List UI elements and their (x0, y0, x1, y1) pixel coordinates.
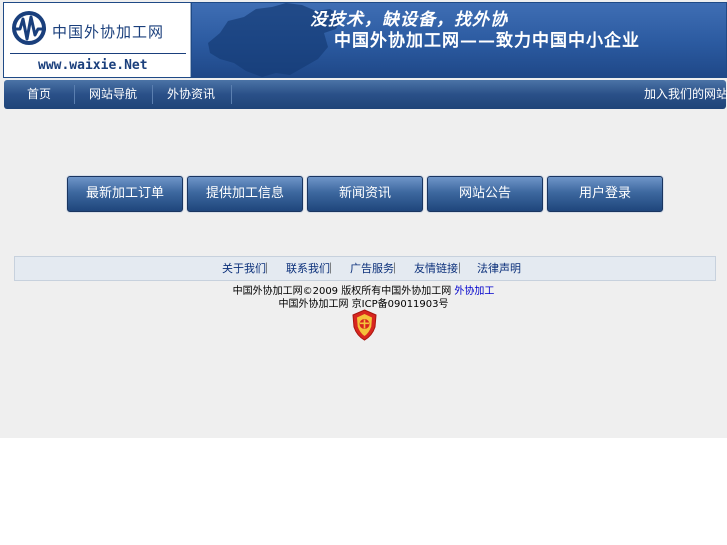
news-button[interactable]: 新闻资讯 (307, 176, 423, 212)
banner-tagline: 中国外协加工网——致力中国中小企业 (334, 31, 640, 51)
nav-item-join-us[interactable]: 加入我们的网站 (644, 80, 727, 109)
main-nav: 首页 网站导航 外协资讯 加入我们的网站 (4, 80, 727, 109)
footer-separator: ｜ (454, 262, 465, 275)
waveform-logo-icon (12, 11, 46, 45)
page: 中国外协加工网 www.waixie.Net 没技术，缺设备，找外协 中国外协加… (0, 0, 727, 438)
site-logo[interactable]: 中国外协加工网 www.waixie.Net (4, 3, 191, 77)
logo-name: 中国外协加工网 (52, 23, 165, 41)
nav-item-news[interactable]: 外协资讯 (153, 80, 229, 109)
footer-separator: ｜ (325, 262, 336, 275)
icp-license: 中国外协加工网 京ICP备09011903号 (278, 299, 449, 310)
police-badge-icon[interactable] (351, 309, 378, 341)
announcements-button[interactable]: 网站公告 (427, 176, 543, 212)
footer-link-about[interactable]: 关于我们 (222, 257, 266, 280)
logo-divider (10, 53, 186, 54)
logo-url: www.waixie.Net (38, 58, 148, 73)
footer-link-contact[interactable]: 联系我们 (286, 257, 330, 280)
nav-item-home[interactable]: 首页 (4, 80, 74, 109)
nav-item-site-guide[interactable]: 网站导航 (75, 80, 151, 109)
footer-link-ads[interactable]: 广告服务 (350, 257, 394, 280)
provide-info-button[interactable]: 提供加工信息 (187, 176, 303, 212)
footer-links: 关于我们 ｜ 联系我们 ｜ 广告服务 ｜ 友情链接 ｜ 法律声明 (14, 256, 716, 281)
latest-orders-button[interactable]: 最新加工订单 (67, 176, 183, 212)
header-banner: 没技术，缺设备，找外协 中国外协加工网——致力中国中小企业 (192, 3, 726, 77)
footer-link-friends[interactable]: 友情链接 (414, 257, 458, 280)
footer-separator: ｜ (261, 262, 272, 275)
footer-link-legal[interactable]: 法律声明 (477, 257, 521, 280)
footer-separator: ｜ (389, 262, 400, 275)
nav-divider (231, 85, 232, 104)
site-header: 中国外协加工网 www.waixie.Net 没技术，缺设备，找外协 中国外协加… (3, 2, 727, 78)
user-login-button[interactable]: 用户登录 (547, 176, 663, 212)
